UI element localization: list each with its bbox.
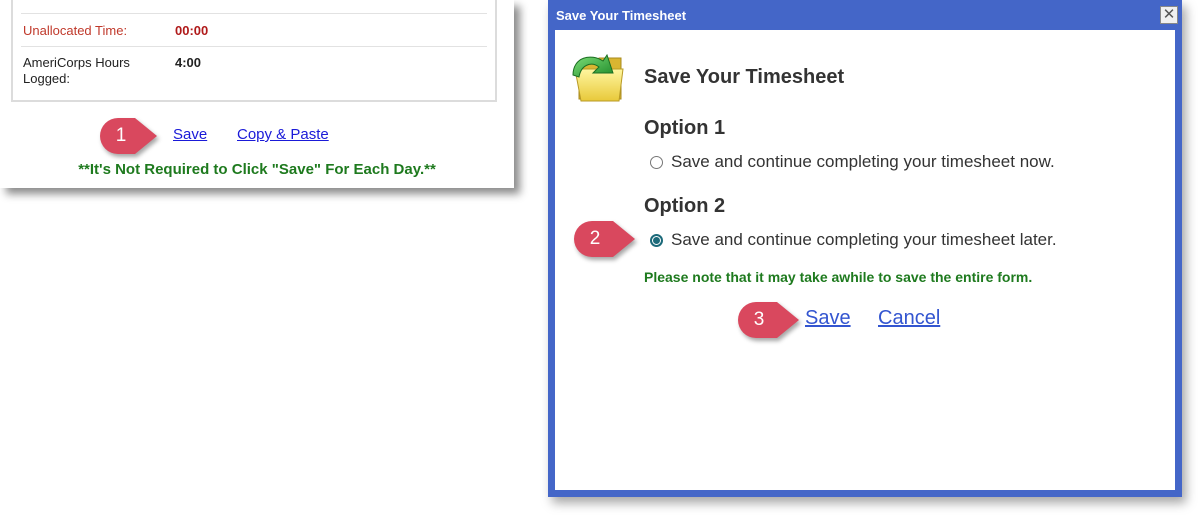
option-2-heading: Option 2	[644, 195, 726, 217]
callout-marker-3: 3	[737, 301, 799, 339]
americorps-hours-value: 4:00	[175, 55, 202, 70]
option-2-row[interactable]: Save and continue completing your timesh…	[650, 229, 1057, 251]
dialog-body: Save Your Timesheet Option 1 Save and co…	[555, 30, 1175, 490]
option-1-heading: Option 1	[644, 117, 726, 139]
unallocated-time-label: Unallocated Time:	[23, 23, 128, 38]
option-1-row[interactable]: Save and continue completing your timesh…	[650, 151, 1055, 173]
option-2-radio[interactable]	[650, 233, 663, 247]
hours-summary-table: Unallocated Time: 00:00 AmeriCorps Hours…	[11, 0, 497, 102]
save-link[interactable]: Save	[173, 126, 207, 143]
americorps-hours-label: AmeriCorps Hours Logged:	[23, 55, 130, 86]
close-button[interactable]: ✕	[1160, 6, 1178, 24]
unallocated-time-value: 00:00	[175, 23, 209, 38]
unallocated-time-row: Unallocated Time: 00:00	[21, 13, 487, 47]
dialog-heading: Save Your Timesheet	[644, 66, 845, 88]
option-1-label[interactable]: Save and continue completing your timesh…	[671, 152, 1055, 172]
close-icon: ✕	[1162, 6, 1176, 23]
callout-number-3: 3	[753, 309, 765, 330]
timesheet-actions: Save Copy & Paste	[0, 126, 514, 146]
save-button[interactable]: Save	[805, 307, 851, 330]
callout-number-2: 2	[589, 228, 601, 249]
callout-marker-1: 1	[99, 117, 157, 155]
option-2-label[interactable]: Save and continue completing your timesh…	[671, 230, 1057, 250]
option-1-radio[interactable]	[650, 155, 663, 169]
timesheet-panel: Unallocated Time: 00:00 AmeriCorps Hours…	[0, 0, 514, 188]
copy-paste-link[interactable]: Copy & Paste	[237, 126, 329, 143]
americorps-hours-row: AmeriCorps Hours Logged: 4:00	[21, 55, 487, 95]
save-duration-note: Please note that it may take awhile to s…	[644, 269, 1033, 285]
dialog-title-bar: Save Your Timesheet	[556, 8, 687, 23]
save-not-required-note: **It's Not Required to Click "Save" For …	[78, 161, 436, 178]
cancel-button[interactable]: Cancel	[878, 307, 940, 330]
callout-marker-2: 2	[573, 220, 635, 258]
callout-number-1: 1	[115, 125, 127, 146]
save-timesheet-dialog: Save Your Timesheet ✕ Save Your Timeshee…	[548, 0, 1182, 497]
folder-arrow-icon	[572, 53, 624, 102]
